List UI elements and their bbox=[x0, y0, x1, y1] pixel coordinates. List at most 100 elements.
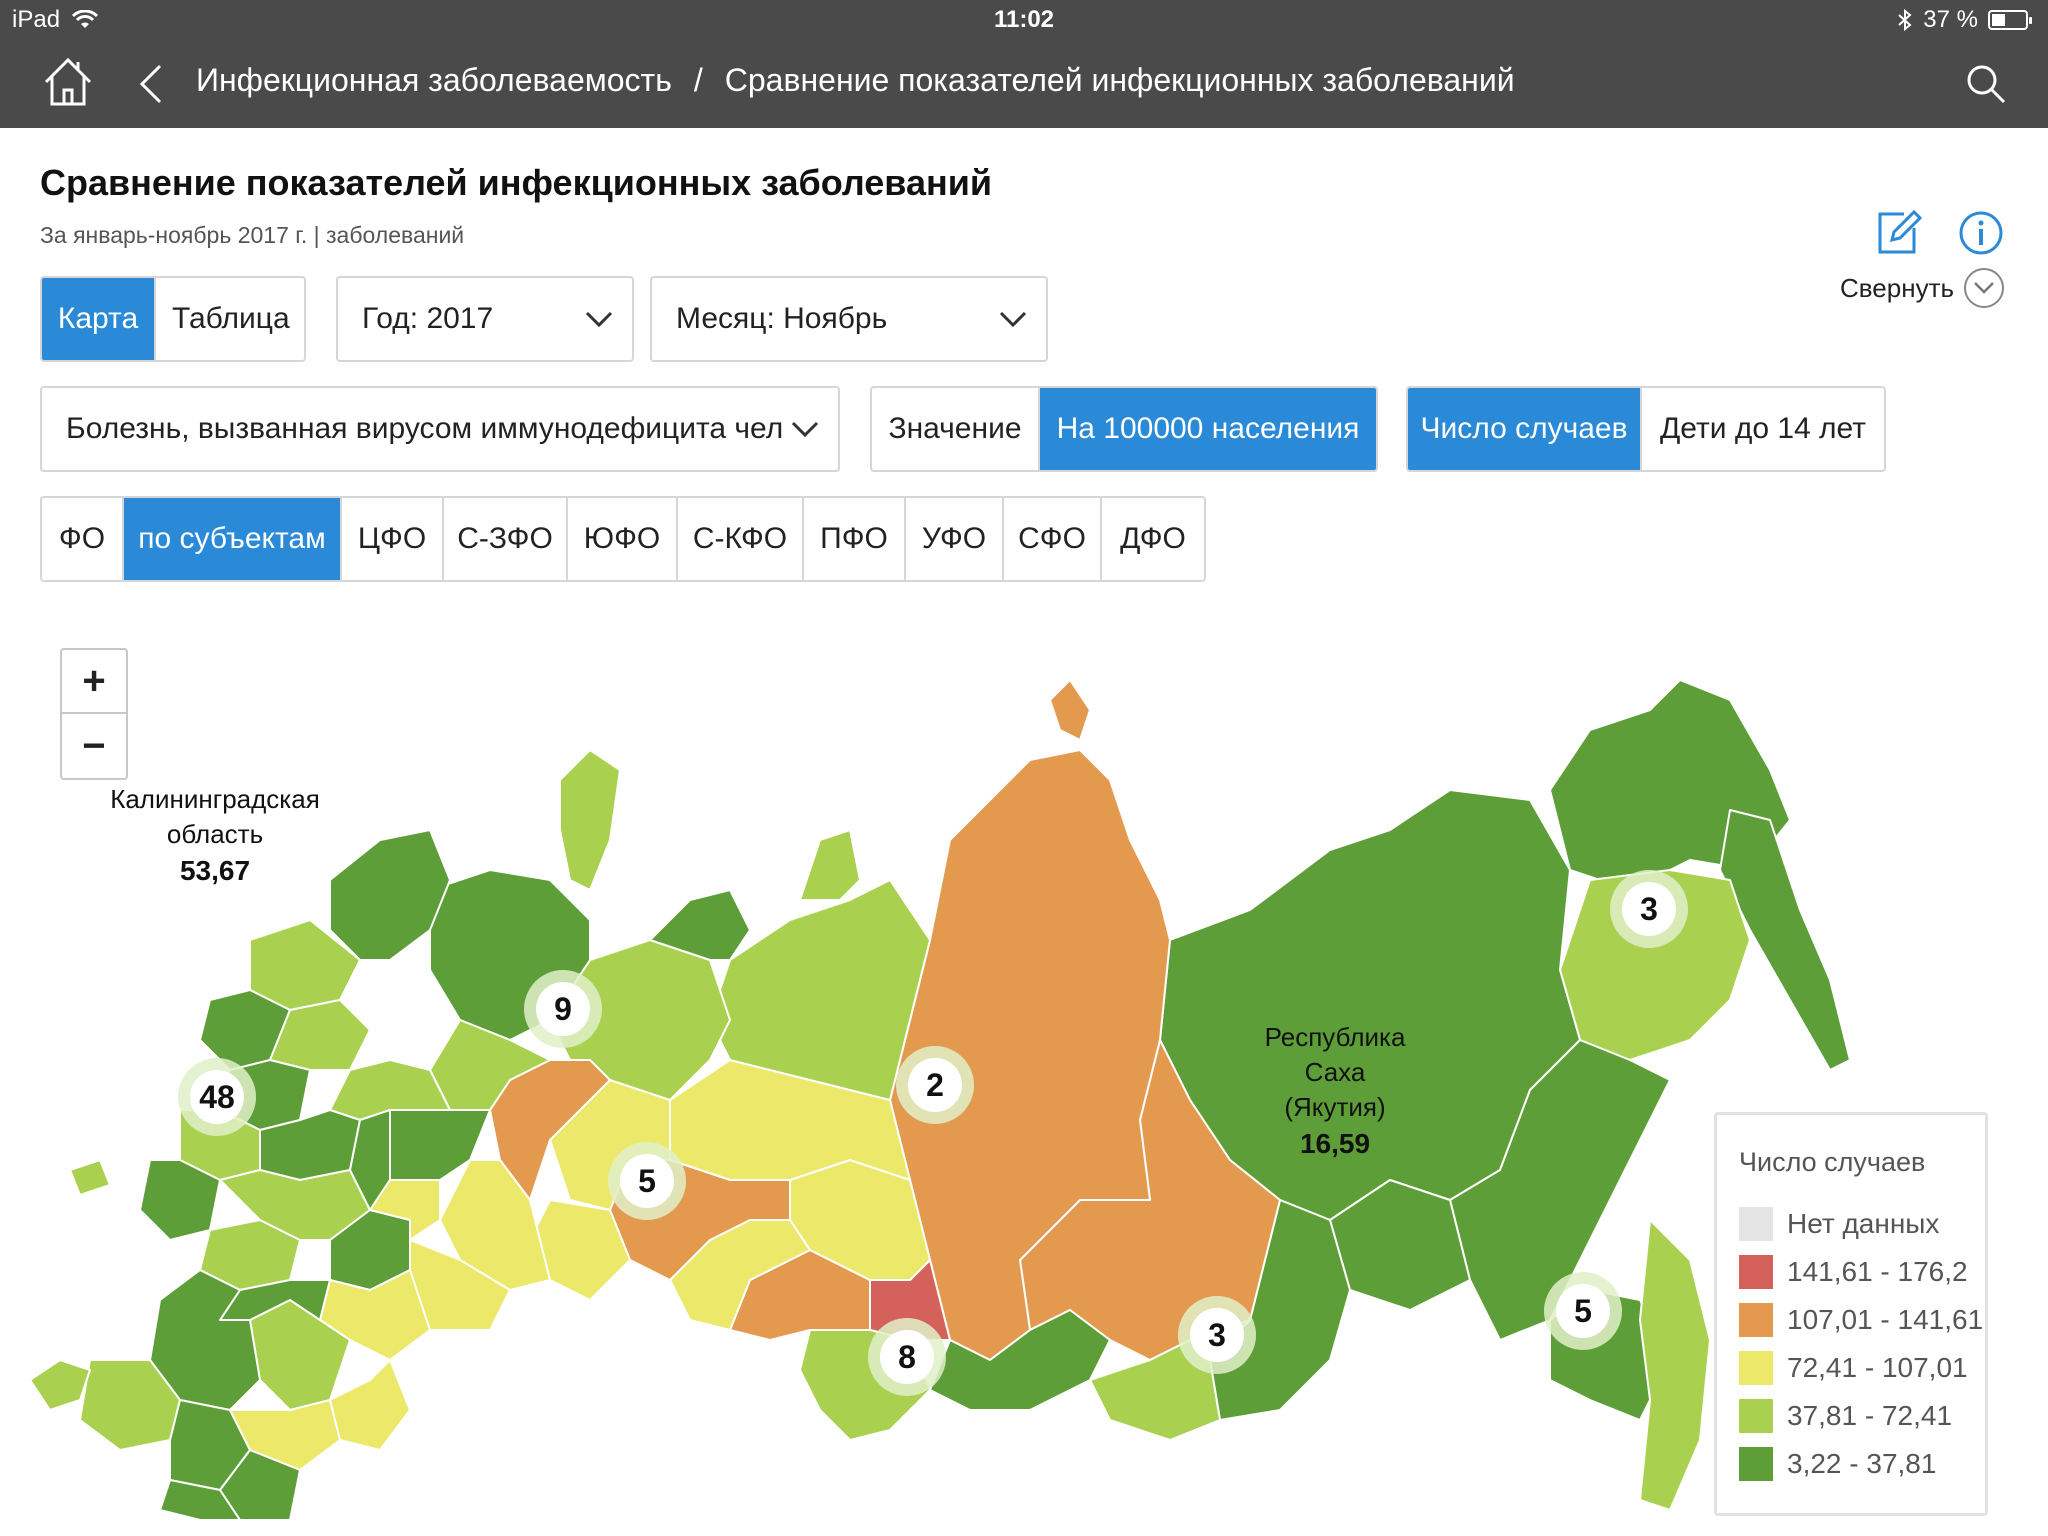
legend-label: 141,61 - 176,2 bbox=[1787, 1256, 1968, 1287]
yakutia-value: 16,59 bbox=[1299, 1128, 1371, 1160]
kaliningrad-value: 53,67 bbox=[179, 855, 251, 887]
breadcrumb-separator: / bbox=[693, 62, 703, 98]
edit-icon[interactable] bbox=[1874, 208, 1922, 256]
kaliningrad-name: Калининградская область bbox=[110, 784, 320, 850]
cluster-marker[interactable]: 8 bbox=[868, 1318, 946, 1396]
tab-yufo[interactable]: ЮФО bbox=[568, 498, 678, 580]
wifi-icon bbox=[72, 10, 99, 28]
yakutia-label: Республика Саха (Якутия) 16,59 bbox=[1260, 1020, 1410, 1163]
legend-item: 107,01 - 141,61 bbox=[1739, 1303, 1983, 1337]
status-right: 37 % bbox=[1897, 6, 2032, 34]
cluster-count: 9 bbox=[536, 982, 590, 1036]
legend-label: 3,22 - 37,81 bbox=[1787, 1448, 1937, 1479]
cluster-count: 3 bbox=[1622, 882, 1676, 936]
breadcrumb: Инфекционная заболеваемость / Сравнение … bbox=[196, 62, 1515, 99]
zoom-out-button[interactable]: − bbox=[62, 714, 126, 778]
legend-swatch bbox=[1739, 1207, 1773, 1241]
tab-ufo[interactable]: УФО bbox=[906, 498, 1004, 580]
legend-item: 37,81 - 72,41 bbox=[1739, 1399, 1952, 1433]
home-icon[interactable] bbox=[40, 54, 96, 110]
breadcrumb-current: Сравнение показателей инфекционных забол… bbox=[724, 62, 1515, 98]
chevron-down-icon bbox=[585, 311, 613, 328]
measure-value-option[interactable]: Значение bbox=[872, 388, 1040, 470]
legend-label: 72,41 - 107,01 bbox=[1787, 1352, 1968, 1383]
tab-sfo[interactable]: СФО bbox=[1004, 498, 1102, 580]
cases-toggle: Число случаев Дети до 14 лет bbox=[1406, 386, 1886, 472]
cases-children-option[interactable]: Дети до 14 лет bbox=[1642, 388, 1884, 470]
cluster-marker[interactable]: 2 bbox=[896, 1046, 974, 1124]
status-left: iPad bbox=[12, 6, 99, 34]
legend-swatch bbox=[1739, 1447, 1773, 1481]
cluster-marker[interactable]: 3 bbox=[1178, 1296, 1256, 1374]
cluster-count: 48 bbox=[190, 1070, 244, 1124]
device-name: iPad bbox=[12, 6, 61, 33]
cluster-count: 3 bbox=[1190, 1308, 1244, 1362]
chevron-down-icon bbox=[999, 311, 1027, 328]
legend-item: 3,22 - 37,81 bbox=[1739, 1447, 1936, 1481]
region-sakhalin bbox=[1639, 1219, 1711, 1511]
chevron-down-icon bbox=[791, 421, 819, 438]
region-yamal-peninsula bbox=[799, 829, 861, 901]
measure-per100k-option[interactable]: На 100000 населения bbox=[1040, 388, 1376, 470]
tab-fo[interactable]: ФО bbox=[42, 498, 124, 580]
region-novaya-zemlya bbox=[559, 749, 621, 891]
cluster-marker[interactable]: 9 bbox=[524, 970, 602, 1048]
cluster-marker[interactable]: 5 bbox=[608, 1142, 686, 1220]
tab-skfo[interactable]: С-КФО bbox=[678, 498, 804, 580]
cluster-count: 8 bbox=[880, 1330, 934, 1384]
kaliningrad-label: Калининградская область 53,67 bbox=[110, 782, 320, 890]
nav-bar: Инфекционная заболеваемость / Сравнение … bbox=[0, 40, 2048, 128]
month-select[interactable]: Месяц: Ноябрь bbox=[650, 276, 1048, 362]
cluster-marker[interactable]: 48 bbox=[178, 1058, 256, 1136]
zoom-control: + − bbox=[60, 648, 128, 780]
tab-szfo[interactable]: С-ЗФО bbox=[444, 498, 568, 580]
collapse-button[interactable]: Свернуть bbox=[1840, 268, 2005, 308]
search-icon[interactable] bbox=[1964, 62, 2008, 106]
battery-percent: 37 % bbox=[1923, 6, 1978, 33]
region-astrakhan bbox=[329, 1359, 411, 1451]
status-bar: iPad 11:02 37 % bbox=[0, 0, 2048, 40]
measure-toggle: Значение На 100000 населения bbox=[870, 386, 1378, 472]
month-select-value: Месяц: Ноябрь bbox=[676, 302, 888, 335]
map-legend: Число случаев Нет данных 141,61 - 176,2 … bbox=[1714, 1112, 1988, 1516]
page-subtitle: За январь-ноябрь 2017 г. | заболеваний bbox=[40, 222, 465, 248]
cluster-count: 5 bbox=[1556, 1284, 1610, 1338]
tab-by-subjects[interactable]: по субъектам bbox=[124, 498, 342, 580]
zoom-in-button[interactable]: + bbox=[62, 650, 126, 714]
tab-cfo[interactable]: ЦФО bbox=[342, 498, 444, 580]
breadcrumb-parent[interactable]: Инфекционная заболеваемость bbox=[196, 62, 672, 99]
back-chevron-icon[interactable] bbox=[136, 62, 166, 106]
info-icon[interactable] bbox=[1958, 210, 2004, 256]
cluster-count: 5 bbox=[620, 1154, 674, 1208]
legend-swatch bbox=[1739, 1255, 1773, 1289]
legend-label: 37,81 - 72,41 bbox=[1787, 1400, 1953, 1431]
legend-swatch bbox=[1739, 1303, 1773, 1337]
legend-label: 107,01 - 141,61 bbox=[1787, 1304, 1984, 1335]
cluster-marker[interactable]: 5 bbox=[1544, 1272, 1622, 1350]
disease-select[interactable]: Болезнь, вызванная вирусом иммунодефицит… bbox=[40, 386, 840, 472]
chevron-down-circle-icon bbox=[1964, 268, 2005, 308]
cases-count-option[interactable]: Число случаев bbox=[1408, 388, 1642, 470]
tab-pfo[interactable]: ПФО bbox=[804, 498, 906, 580]
legend-swatch bbox=[1739, 1399, 1773, 1433]
cluster-count: 2 bbox=[908, 1058, 962, 1112]
legend-title: Число случаев bbox=[1739, 1147, 1926, 1177]
cluster-marker[interactable]: 3 bbox=[1610, 870, 1688, 948]
view-table-option[interactable]: Таблица bbox=[156, 278, 304, 360]
collapse-label: Свернуть bbox=[1840, 272, 1955, 303]
legend-item: Нет данных bbox=[1739, 1207, 1939, 1241]
legend-item: 72,41 - 107,01 bbox=[1739, 1351, 1968, 1385]
status-time: 11:02 bbox=[993, 6, 1055, 33]
region-crimea bbox=[30, 1359, 91, 1411]
year-select-value: Год: 2017 bbox=[362, 302, 494, 335]
bluetooth-icon bbox=[1898, 8, 1912, 32]
region-severnaya-zemlya bbox=[1049, 679, 1091, 741]
year-select[interactable]: Год: 2017 bbox=[336, 276, 634, 362]
view-map-option[interactable]: Карта bbox=[42, 278, 156, 360]
district-tabs: ФО по субъектам ЦФО С-ЗФО ЮФО С-КФО ПФО … bbox=[40, 496, 1206, 582]
region-kaliningrad bbox=[69, 1159, 111, 1196]
disease-select-value: Болезнь, вызванная вирусом иммунодефицит… bbox=[66, 412, 784, 445]
tab-dfo[interactable]: ДФО bbox=[1102, 498, 1204, 580]
battery-icon bbox=[1988, 10, 2032, 30]
view-toggle: Карта Таблица bbox=[40, 276, 306, 362]
